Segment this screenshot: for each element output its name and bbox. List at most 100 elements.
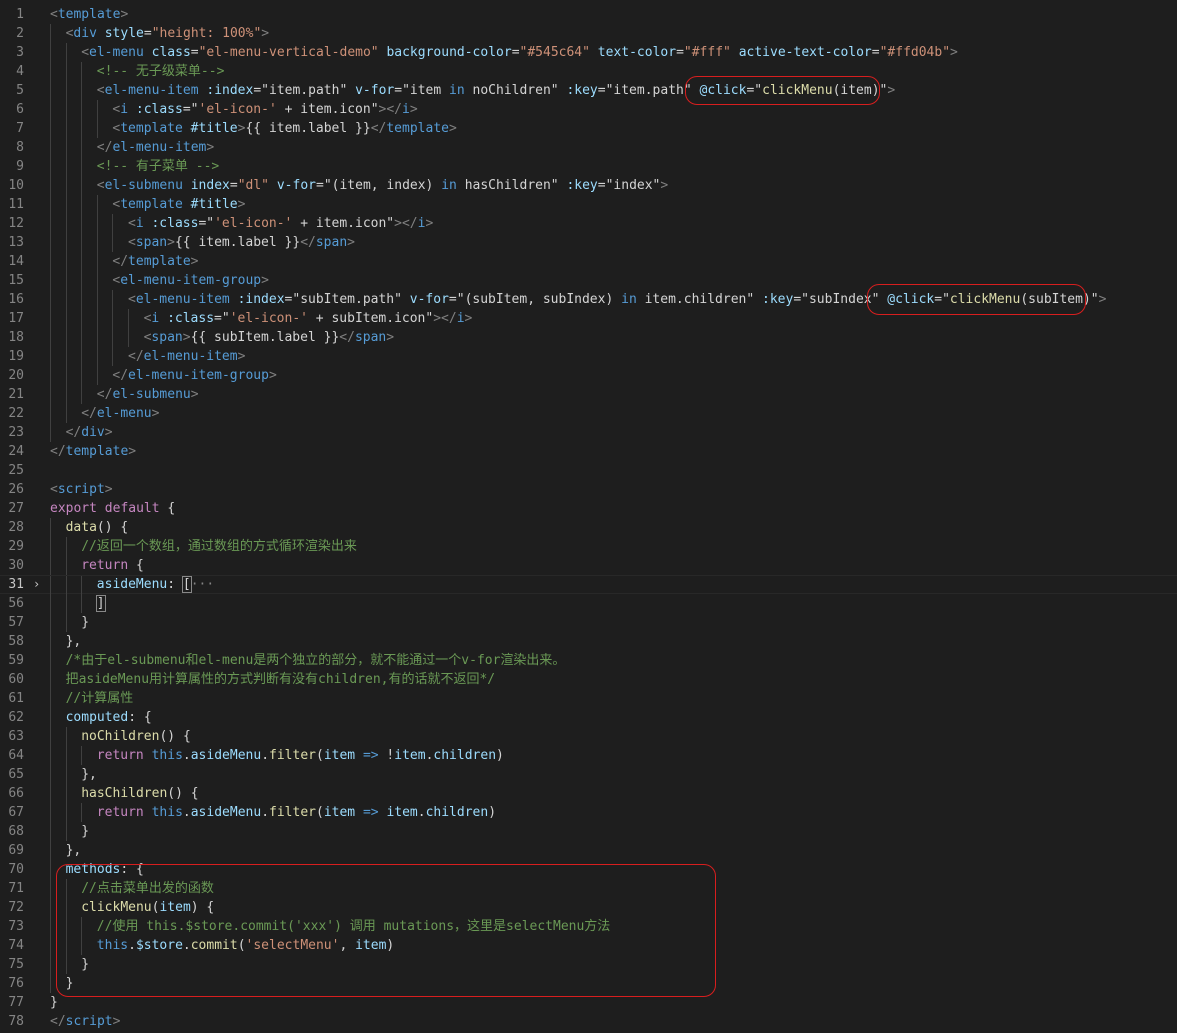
- code-line[interactable]: 73 //使用 this.$store.commit('xxx') 调用 muta…: [0, 917, 1177, 936]
- code-line[interactable]: 21 </el-submenu>: [0, 385, 1177, 404]
- indent-guide: [50, 24, 51, 43]
- code-token: v-for: [276, 178, 316, 193]
- code-token: .: [128, 938, 136, 953]
- code-line[interactable]: 22 </el-menu>: [0, 404, 1177, 423]
- code-token: "#545c64": [519, 45, 590, 60]
- indent-guide: [81, 309, 83, 328]
- code-line[interactable]: 31 › asideMenu: [···: [0, 575, 1177, 595]
- code-token: noChildren: [81, 729, 160, 744]
- code-token: >: [104, 482, 113, 497]
- code-line[interactable]: 74 this.$store.commit('selectMenu', item): [0, 936, 1177, 955]
- code-line[interactable]: 12 <i :class="'el-icon-' + item.icon"></i…: [0, 214, 1177, 233]
- code-token: >: [104, 425, 113, 440]
- code-line[interactable]: 68}: [0, 822, 1177, 841]
- code-line[interactable]: 25: [0, 461, 1177, 480]
- indent-guide: [65, 62, 67, 81]
- code-line[interactable]: 76}: [0, 974, 1177, 993]
- code-line[interactable]: 70 methods: {: [0, 860, 1177, 879]
- code-line[interactable]: 61 //计算属性: [0, 689, 1177, 708]
- code-line[interactable]: 8 </el-menu-item>: [0, 138, 1177, 157]
- line-number: 5: [16, 83, 24, 98]
- code-token: >: [120, 7, 129, 22]
- code-text: data() {: [66, 518, 129, 537]
- code-line[interactable]: 28 data() {: [0, 518, 1177, 537]
- code-line[interactable]: 17 <i :class="'el-icon-' + subItem.icon">…: [0, 309, 1177, 328]
- code-line[interactable]: 58},: [0, 632, 1177, 651]
- code-line[interactable]: 30 return {: [0, 556, 1177, 575]
- code-line[interactable]: 29 //返回一个数组，通过数组的方式循环渲染出来: [0, 537, 1177, 556]
- code-line[interactable]: 69},: [0, 841, 1177, 860]
- code-token: el-menu-item-group: [128, 368, 269, 383]
- code-line[interactable]: 9 <!-- 有子菜单 -->: [0, 157, 1177, 176]
- code-token: el-menu: [96, 406, 152, 421]
- indent-guide: [50, 385, 51, 404]
- code-line[interactable]: 59 /*由于el-submenu和el-menu是两个独立的部分，就不能通过一个…: [0, 651, 1177, 670]
- indent-guide: [81, 328, 83, 347]
- code-line[interactable]: 7 <template #title>{{ item.label }}</temp…: [0, 119, 1177, 138]
- code-line[interactable]: 19 </el-menu-item>: [0, 347, 1177, 366]
- code-line[interactable]: 65},: [0, 765, 1177, 784]
- code-line[interactable]: 56]: [0, 594, 1177, 613]
- code-token: >: [950, 45, 958, 60]
- code-token: el-menu-item-group: [120, 273, 262, 288]
- indent-guide: [50, 860, 51, 879]
- indent-guide: [65, 803, 67, 822]
- indent-guide: [50, 119, 51, 138]
- code-line[interactable]: 67 return this.asideMenu.filter(item => i…: [0, 803, 1177, 822]
- code-line[interactable]: 27 export default {: [0, 499, 1177, 518]
- code-line[interactable]: 10 <el-submenu index="dl" v-for="(item, i…: [0, 176, 1177, 195]
- code-line[interactable]: 64 return this.asideMenu.filter(item => !…: [0, 746, 1177, 765]
- code-line[interactable]: 16 <el-menu-item :index = "subItem.path" v-…: [0, 290, 1177, 309]
- code-line[interactable]: 62 computed: {: [0, 708, 1177, 727]
- line-number: 65: [8, 767, 24, 782]
- indent-guide: [65, 366, 67, 385]
- code-token: template: [65, 444, 129, 459]
- code-text: clickMenu(item) {: [81, 898, 214, 917]
- code-text: </script>: [50, 1012, 120, 1031]
- code-text: }: [81, 613, 89, 632]
- code-line[interactable]: 13 <span>{{ item.label }}</span>: [0, 233, 1177, 252]
- code-token: =: [793, 292, 802, 307]
- indent-guide: [96, 233, 98, 252]
- code-text: },: [66, 841, 82, 860]
- code-editor[interactable]: 1 <template> 2 <div style="height: 100%"> 3 <…: [0, 0, 1177, 1033]
- code-line[interactable]: 5 <el-menu-item :index="item.path" v-for=…: [0, 81, 1177, 100]
- line-number: 11: [8, 197, 24, 212]
- code-token: ": [942, 292, 950, 307]
- code-line[interactable]: 66 hasChildren() {: [0, 784, 1177, 803]
- code-token: template: [57, 7, 121, 22]
- code-token: >: [409, 102, 418, 117]
- code-token: :index: [237, 292, 285, 307]
- code-line[interactable]: 15 <el-menu-item-group>: [0, 271, 1177, 290]
- code-line[interactable]: 3 <el-menu class="el-menu-vertical-demo" …: [0, 43, 1177, 62]
- code-line[interactable]: 11 <template #title>: [0, 195, 1177, 214]
- code-line[interactable]: 71 //点击菜单出发的函数: [0, 879, 1177, 898]
- code-line[interactable]: 57}: [0, 613, 1177, 632]
- indent-guide: [50, 784, 51, 803]
- code-line[interactable]: 2 <div style="height: 100%">: [0, 24, 1177, 43]
- code-text: </template>: [50, 442, 136, 461]
- code-line[interactable]: 75}: [0, 955, 1177, 974]
- code-line[interactable]: 63 noChildren() {: [0, 727, 1177, 746]
- code-line[interactable]: 18 <span>{{ subItem.label }}</span>: [0, 328, 1177, 347]
- code-line[interactable]: 26 <script>: [0, 480, 1177, 499]
- code-line[interactable]: 60 把asideMenu用计算属性的方式判断有没有children,有的话就不返…: [0, 670, 1177, 689]
- code-line[interactable]: 24 </template>: [0, 442, 1177, 461]
- code-text: hasChildren() {: [81, 784, 198, 803]
- code-line[interactable]: 4 <!-- 无子级菜单-->: [0, 62, 1177, 81]
- fold-chevron-icon[interactable]: ›: [33, 576, 43, 593]
- code-text: },: [66, 632, 82, 651]
- code-line[interactable]: 20 </el-menu-item-group>: [0, 366, 1177, 385]
- code-line[interactable]: 23 </div>: [0, 423, 1177, 442]
- code-line[interactable]: 77}: [0, 993, 1177, 1012]
- code-token: el-menu-item: [112, 140, 207, 155]
- code-line[interactable]: 72 clickMenu(item) {: [0, 898, 1177, 917]
- code-line[interactable]: 78 </script>: [0, 1012, 1177, 1031]
- code-line[interactable]: 6 <i :class="'el-icon-' + item.icon"></i>: [0, 100, 1177, 119]
- code-line[interactable]: 14 </template>: [0, 252, 1177, 271]
- code-line[interactable]: 1 <template>: [0, 5, 1177, 24]
- code-token: //使用 this.$store.commit('xxx') 调用 mutati…: [96, 919, 611, 934]
